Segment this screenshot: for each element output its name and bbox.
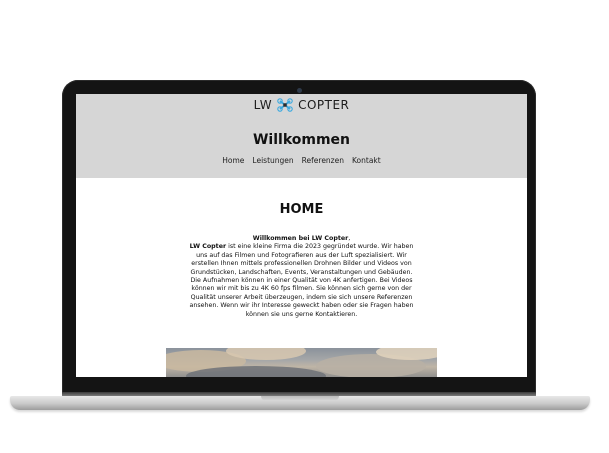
- nav-item-leistungen[interactable]: Leistungen: [252, 156, 293, 165]
- main-nav: Home Leistungen Referenzen Kontakt: [76, 156, 527, 165]
- nav-item-home[interactable]: Home: [222, 156, 244, 165]
- intro-greeting: Willkommen bei LW Copter: [252, 235, 349, 242]
- intro-greeting-suffix: ,: [348, 235, 351, 242]
- intro-brand: LW Copter: [189, 243, 227, 251]
- site-title: Willkommen: [252, 132, 351, 148]
- logo-text-right: COPTER: [298, 98, 350, 112]
- laptop-screen: LW COPTER Willkommen Home Leistungen Ref…: [76, 94, 527, 377]
- hero-image: [166, 348, 437, 377]
- intro-text: Willkommen bei LW Copter, LW Copter ist …: [186, 235, 417, 319]
- intro-body: ist eine kleine Firma die 2023 gegründet…: [189, 243, 414, 318]
- laptop-notch: [261, 396, 339, 401]
- nav-item-kontakt[interactable]: Kontakt: [352, 156, 381, 165]
- page-heading: HOME: [279, 202, 324, 217]
- webcam: [297, 88, 302, 93]
- laptop-mockup: LW COPTER Willkommen Home Leistungen Ref…: [0, 0, 609, 453]
- site-logo[interactable]: LW COPTER: [76, 98, 527, 112]
- logo-text-left: LW: [253, 98, 273, 112]
- drone-icon: [277, 98, 293, 112]
- nav-item-referenzen[interactable]: Referenzen: [302, 156, 344, 165]
- site-header: LW COPTER Willkommen Home Leistungen Ref…: [76, 94, 527, 178]
